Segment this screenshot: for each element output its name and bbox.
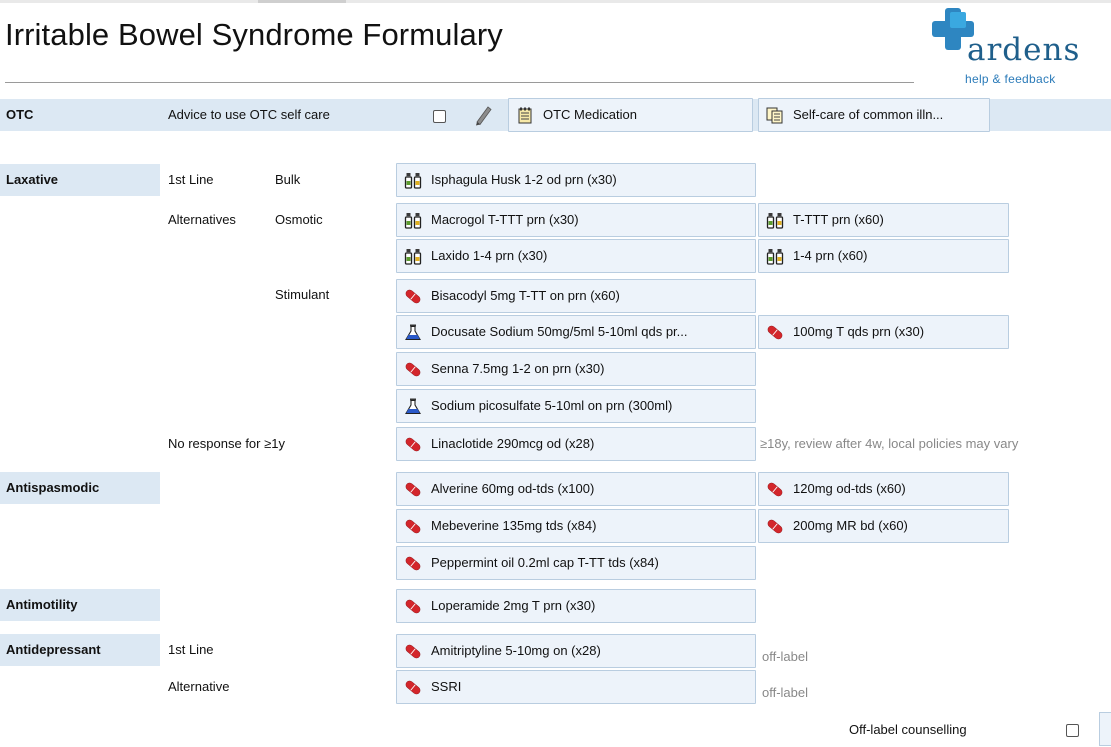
capsule-icon	[404, 598, 422, 615]
linaclotide-button[interactable]: Linaclotide 290mcg od (x28)	[396, 427, 756, 461]
isphagula-label: Isphagula Husk 1-2 od prn (x30)	[431, 172, 617, 187]
self-care-button[interactable]: Self-care of common illn...	[758, 98, 990, 132]
bottle-icon	[766, 248, 784, 265]
mebeverine-alt-label: 200mg MR bd (x60)	[793, 518, 908, 533]
bisacodyl-button[interactable]: Bisacodyl 5mg T-TT on prn (x60)	[396, 279, 756, 313]
docusate-button[interactable]: Docusate Sodium 50mg/5ml 5-10ml qds pr..…	[396, 315, 756, 349]
capsule-icon	[404, 679, 422, 696]
otc-medication-button[interactable]: OTC Medication	[508, 98, 753, 132]
laxative-stimulant-label: Stimulant	[275, 287, 330, 302]
top-tab-strip	[0, 0, 1111, 3]
category-antispasmodic: Antispasmodic	[0, 472, 160, 504]
macrogol-label: Macrogol T-TTT prn (x30)	[431, 212, 579, 227]
amitriptyline-off-label-note: off-label	[762, 649, 809, 664]
capsule-icon	[766, 324, 784, 341]
antidepressant-alternative-label: Alternative	[168, 679, 230, 694]
ardens-logo[interactable]: ardens help & feedback	[928, 6, 1098, 92]
linaclotide-note: ≥18y, review after 4w, local policies ma…	[760, 436, 1019, 451]
peppermint-oil-button[interactable]: Peppermint oil 0.2ml cap T-TT tds (x84)	[396, 546, 756, 580]
category-antidepressant: Antidepressant	[0, 634, 160, 666]
capsule-icon	[404, 643, 422, 660]
title-divider	[5, 82, 914, 83]
laxido-button[interactable]: Laxido 1-4 prn (x30)	[396, 239, 756, 273]
capsule-icon	[404, 288, 422, 305]
capsule-icon	[766, 518, 784, 535]
capsule-icon	[404, 555, 422, 572]
amitriptyline-button[interactable]: Amitriptyline 5-10mg on (x28)	[396, 634, 756, 668]
self-care-label: Self-care of common illn...	[793, 107, 944, 122]
senna-label: Senna 7.5mg 1-2 on prn (x30)	[431, 361, 605, 376]
isphagula-husk-button[interactable]: Isphagula Husk 1-2 od prn (x30)	[396, 163, 756, 197]
laxido-alt-label: 1-4 prn (x60)	[793, 248, 868, 263]
mebeverine-label: Mebeverine 135mg tds (x84)	[431, 518, 597, 533]
no-response-label: No response for ≥1y	[168, 436, 285, 451]
docusate-alt-label: 100mg T qds prn (x30)	[793, 324, 925, 339]
peppermint-label: Peppermint oil 0.2ml cap T-TT tds (x84)	[431, 555, 659, 570]
laxative-first-line-label: 1st Line	[168, 172, 214, 187]
otc-advice-label: Advice to use OTC self care	[168, 107, 330, 122]
senna-button[interactable]: Senna 7.5mg 1-2 on prn (x30)	[396, 352, 756, 386]
document-icon	[766, 107, 784, 124]
alverine-label: Alverine 60mg od-tds (x100)	[431, 481, 595, 496]
capsule-icon	[766, 481, 784, 498]
off-label-counselling-label: Off-label counselling	[849, 722, 967, 737]
laxative-osmotic-label: Osmotic	[275, 212, 323, 227]
laxido-label: Laxido 1-4 prn (x30)	[431, 248, 548, 263]
otc-medication-label: OTC Medication	[543, 107, 637, 122]
laxative-alternatives-label: Alternatives	[168, 212, 236, 227]
linaclotide-label: Linaclotide 290mcg od (x28)	[431, 436, 595, 451]
alverine-alt-label: 120mg od-tds (x60)	[793, 481, 906, 496]
bottle-icon	[404, 212, 422, 229]
logo-wordmark: ardens	[967, 32, 1081, 68]
page-title: Irritable Bowel Syndrome Formulary	[5, 17, 503, 52]
otc-self-care-checkbox[interactable]	[433, 110, 446, 123]
off-label-counselling-checkbox[interactable]	[1066, 724, 1079, 737]
bottle-icon	[404, 248, 422, 265]
loperamide-label: Loperamide 2mg T prn (x30)	[431, 598, 596, 613]
bottle-icon	[766, 212, 784, 229]
mebeverine-alt-button[interactable]: 200mg MR bd (x60)	[758, 509, 1009, 543]
laxido-alt-button[interactable]: 1-4 prn (x60)	[758, 239, 1009, 273]
macrogol-alt-label: T-TTT prn (x60)	[793, 212, 884, 227]
category-laxative: Laxative	[0, 164, 160, 196]
picosulfate-button[interactable]: Sodium picosulfate 5-10ml on prn (300ml)	[396, 389, 756, 423]
ssri-label: SSRI	[431, 679, 462, 694]
macrogol-alt-button[interactable]: T-TTT prn (x60)	[758, 203, 1009, 237]
bisacodyl-label: Bisacodyl 5mg T-TT on prn (x60)	[431, 288, 620, 303]
docusate-label: Docusate Sodium 50mg/5ml 5-10ml qds pr..…	[431, 324, 688, 339]
capsule-icon	[404, 481, 422, 498]
picosulfate-label: Sodium picosulfate 5-10ml on prn (300ml)	[431, 398, 673, 413]
alverine-button[interactable]: Alverine 60mg od-tds (x100)	[396, 472, 756, 506]
loperamide-button[interactable]: Loperamide 2mg T prn (x30)	[396, 589, 756, 623]
active-tab-indicator[interactable]	[258, 0, 346, 3]
counselling-action-button[interactable]	[1099, 712, 1111, 746]
mebeverine-button[interactable]: Mebeverine 135mg tds (x84)	[396, 509, 756, 543]
alverine-alt-button[interactable]: 120mg od-tds (x60)	[758, 472, 1009, 506]
capsule-icon	[404, 361, 422, 378]
bottle-icon	[404, 172, 422, 189]
docusate-alt-button[interactable]: 100mg T qds prn (x30)	[758, 315, 1009, 349]
help-feedback-link[interactable]: help & feedback	[965, 72, 1056, 86]
macrogol-button[interactable]: Macrogol T-TTT prn (x30)	[396, 203, 756, 237]
flask-icon	[404, 324, 422, 341]
category-otc: OTC	[6, 107, 34, 122]
flask-icon	[404, 398, 422, 415]
laxative-bulk-label: Bulk	[275, 172, 301, 187]
ssri-off-label-note: off-label	[762, 685, 809, 700]
antidepressant-first-line-label: 1st Line	[168, 642, 214, 657]
amitriptyline-label: Amitriptyline 5-10mg on (x28)	[431, 643, 601, 658]
category-antimotility: Antimotility	[0, 589, 160, 621]
ssri-button[interactable]: SSRI	[396, 670, 756, 704]
pencil-icon[interactable]	[473, 104, 493, 126]
capsule-icon	[404, 436, 422, 453]
notepad-icon	[516, 107, 534, 124]
capsule-icon	[404, 518, 422, 535]
